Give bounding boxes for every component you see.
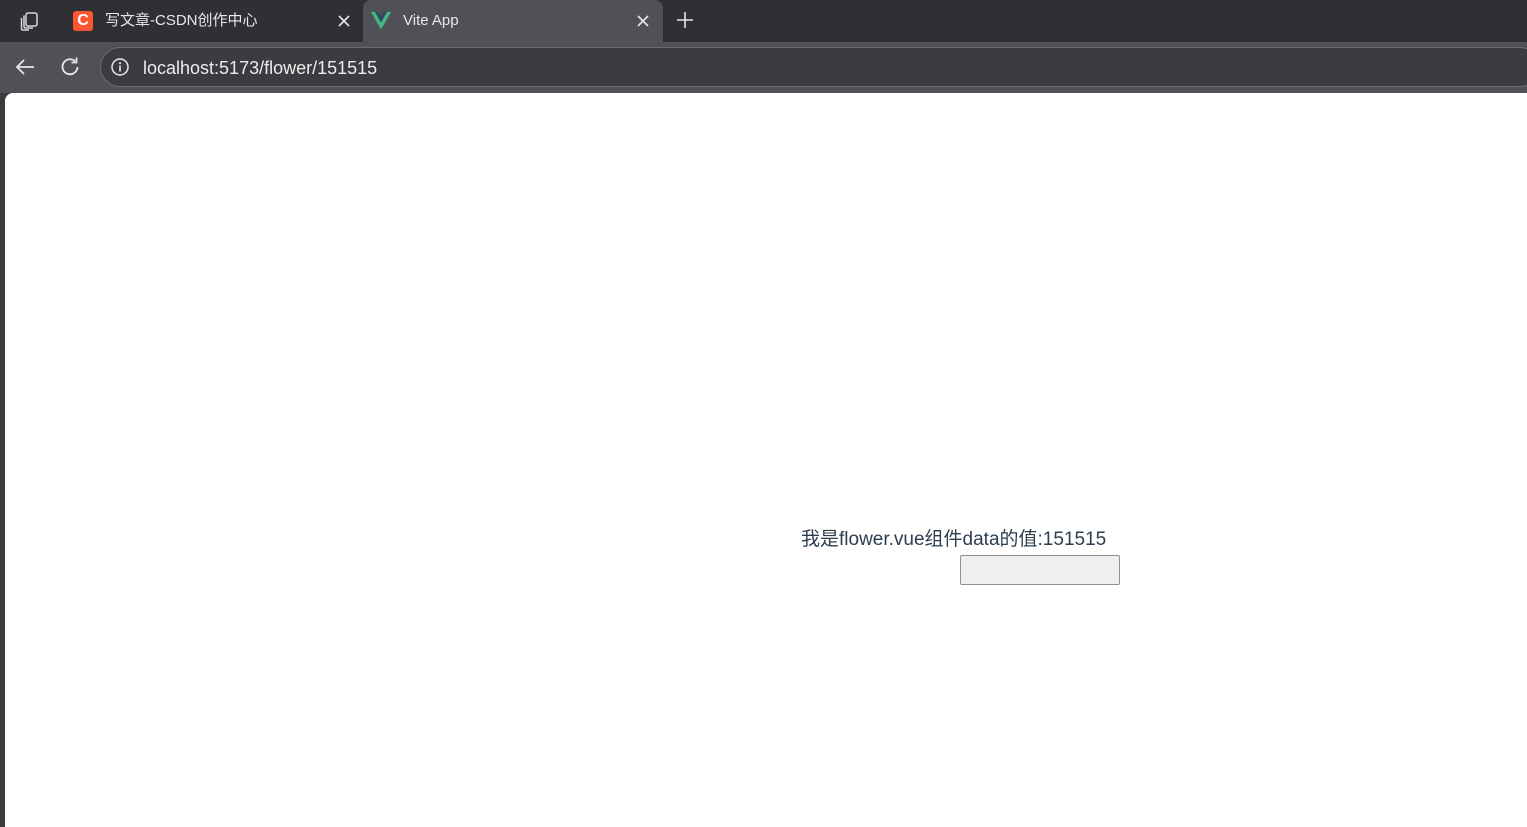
workspaces-button[interactable]: [14, 6, 46, 34]
tab-strip: C 写文章-CSDN创作中心 Vite App: [0, 0, 1527, 42]
browser-toolbar: localhost:5173/flower/151515: [0, 42, 1527, 93]
close-icon: [338, 15, 350, 27]
back-button[interactable]: [10, 52, 40, 82]
flower-data-input[interactable]: [960, 555, 1120, 585]
reload-button[interactable]: [55, 52, 85, 82]
tab-vite-app[interactable]: Vite App: [363, 0, 663, 42]
page-viewport: 我是flower.vue组件data的值:151515: [5, 93, 1527, 827]
info-icon: [111, 58, 129, 76]
new-tab-button[interactable]: [672, 6, 698, 34]
csdn-c-icon: C: [73, 11, 93, 31]
address-bar[interactable]: localhost:5173/flower/151515: [100, 47, 1527, 87]
tab-close-button[interactable]: [334, 11, 354, 31]
tab-title: 写文章-CSDN创作中心: [105, 12, 258, 29]
close-icon: [637, 15, 649, 27]
vue-logo-icon: [371, 11, 391, 31]
flower-data-text: 我是flower.vue组件data的值:151515: [801, 529, 1107, 550]
tab-title: Vite App: [403, 12, 459, 29]
tab-close-button[interactable]: [633, 11, 653, 31]
plus-icon: [677, 12, 693, 28]
url-text[interactable]: localhost:5173/flower/151515: [143, 57, 377, 79]
tab-csdn-editor[interactable]: C 写文章-CSDN创作中心: [63, 0, 362, 41]
workspaces-icon: [20, 12, 38, 31]
arrow-left-icon: [15, 59, 34, 75]
reload-icon: [61, 57, 79, 76]
site-info-button[interactable]: [109, 56, 131, 78]
